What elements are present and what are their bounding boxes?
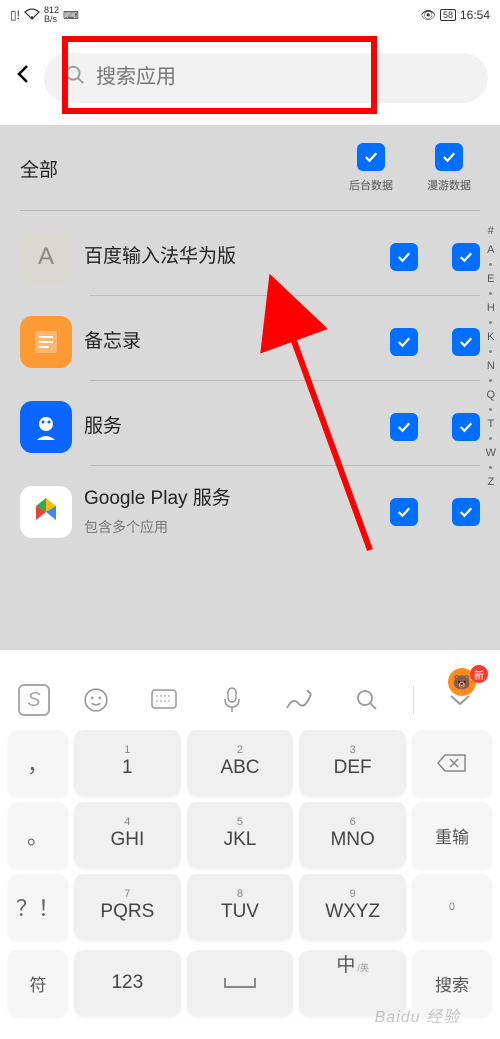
column-bg-label: 后台数据 bbox=[349, 177, 393, 193]
checkbox-bg[interactable] bbox=[390, 498, 418, 526]
key-backspace[interactable] bbox=[412, 730, 492, 796]
checkbox-roam[interactable] bbox=[452, 498, 480, 526]
sogou-logo-icon[interactable]: S bbox=[18, 684, 50, 716]
app-row[interactable]: Google Play 服务包含多个应用 bbox=[0, 466, 500, 538]
app-icon bbox=[20, 316, 72, 368]
index-dot bbox=[489, 321, 492, 324]
key-JKL[interactable]: 5JKL bbox=[187, 802, 294, 868]
index-letter[interactable]: E bbox=[487, 273, 494, 285]
index-dot bbox=[489, 379, 492, 382]
app-icon bbox=[20, 486, 72, 538]
app-row[interactable]: A 百度输入法华为版 bbox=[0, 211, 500, 283]
app-subtitle: 包含多个应用 bbox=[84, 517, 378, 537]
checkbox-bg[interactable] bbox=[390, 413, 418, 441]
index-dot bbox=[489, 437, 492, 440]
key-PQRS[interactable]: 7PQRS bbox=[74, 874, 181, 940]
eye-icon: 👁 bbox=[421, 8, 436, 22]
key-GHI[interactable]: 4GHI bbox=[74, 802, 181, 868]
ime-indicator-icon: ⌨ bbox=[63, 9, 79, 22]
index-letter[interactable]: T bbox=[487, 418, 494, 430]
column-all-label: 全部 bbox=[20, 155, 340, 182]
key-punct[interactable]: ， bbox=[8, 730, 68, 796]
index-dot bbox=[489, 466, 492, 469]
clock: 16:54 bbox=[460, 8, 490, 22]
search-box[interactable] bbox=[44, 53, 488, 103]
key-TUV[interactable]: 8TUV bbox=[187, 874, 294, 940]
index-letter[interactable]: K bbox=[487, 331, 494, 343]
app-icon: A bbox=[20, 231, 72, 283]
key-ABC[interactable]: 2ABC bbox=[187, 730, 294, 796]
ime-keyboard: 🐻 新 S ，112ABC3DEF 。4GHI5JKL6MNO重输 ？！7PQRS8… bbox=[0, 670, 500, 1026]
sim-icon: ▯! bbox=[10, 8, 20, 22]
key-MNO[interactable]: 6MNO bbox=[299, 802, 406, 868]
index-letter[interactable]: W bbox=[486, 447, 496, 459]
checkbox-roam[interactable] bbox=[452, 243, 480, 271]
list-header: 全部 后台数据 漫游数据 bbox=[0, 125, 500, 198]
index-letter[interactable]: A bbox=[487, 244, 494, 256]
key-DEF[interactable]: 3DEF bbox=[299, 730, 406, 796]
app-row[interactable]: 服务 bbox=[0, 381, 500, 453]
checkbox-roam[interactable] bbox=[452, 328, 480, 356]
app-name: 百度输入法华为版 bbox=[84, 245, 378, 270]
index-letter[interactable]: Q bbox=[487, 389, 496, 401]
key-WXYZ[interactable]: 9WXYZ bbox=[299, 874, 406, 940]
key-123[interactable]: 123 bbox=[74, 950, 181, 1016]
index-letter[interactable]: Z bbox=[487, 476, 494, 488]
checkbox-bg-all[interactable] bbox=[357, 143, 385, 171]
key-zero[interactable]: 0 bbox=[412, 874, 492, 940]
handwrite-icon[interactable] bbox=[277, 678, 321, 722]
emoji-icon[interactable] bbox=[74, 678, 118, 722]
key-space[interactable] bbox=[187, 950, 294, 1016]
key-reinput[interactable]: 重输 bbox=[412, 802, 492, 868]
checkbox-roam[interactable] bbox=[452, 413, 480, 441]
status-bar: ▯! 812B/s ⌨ 👁 58 16:54 bbox=[0, 0, 500, 30]
wifi-icon bbox=[24, 8, 40, 23]
app-row[interactable]: 备忘录 bbox=[0, 296, 500, 368]
battery-icon: 58 bbox=[440, 9, 456, 21]
search-input[interactable] bbox=[96, 66, 468, 89]
key-1[interactable]: 11 bbox=[74, 730, 181, 796]
app-name: Google Play 服务 bbox=[84, 487, 378, 512]
key-symbols[interactable]: 符 bbox=[8, 950, 68, 1016]
checkbox-bg[interactable] bbox=[390, 243, 418, 271]
index-letter[interactable]: N bbox=[487, 360, 495, 372]
checkbox-roam-all[interactable] bbox=[435, 143, 463, 171]
app-icon bbox=[20, 401, 72, 453]
index-letter[interactable]: # bbox=[488, 225, 494, 237]
index-dot bbox=[489, 408, 492, 411]
watermark: Baidu 经验 bbox=[375, 1003, 460, 1027]
mic-icon[interactable] bbox=[210, 678, 254, 722]
index-dot bbox=[489, 292, 492, 295]
back-button[interactable] bbox=[12, 62, 36, 93]
column-roam-label: 漫游数据 bbox=[427, 177, 471, 193]
search-icon bbox=[64, 64, 86, 91]
ime-new-badge: 新 bbox=[470, 665, 488, 683]
app-name: 备忘录 bbox=[84, 330, 378, 355]
app-name: 服务 bbox=[84, 415, 378, 440]
index-dot bbox=[489, 350, 492, 353]
kbd-search-icon[interactable] bbox=[345, 678, 389, 722]
ime-assistant-badge[interactable]: 🐻 新 bbox=[448, 668, 488, 696]
keyboard-switch-icon[interactable] bbox=[142, 678, 186, 722]
key-punct[interactable]: ？！ bbox=[8, 874, 68, 940]
index-dot bbox=[489, 263, 492, 266]
checkbox-bg[interactable] bbox=[390, 328, 418, 356]
net-speed: 812B/s bbox=[44, 6, 59, 24]
key-punct[interactable]: 。 bbox=[8, 802, 68, 868]
index-letter[interactable]: H bbox=[487, 302, 495, 314]
alpha-index-bar[interactable]: # A E H K N Q T W Z bbox=[486, 225, 496, 488]
